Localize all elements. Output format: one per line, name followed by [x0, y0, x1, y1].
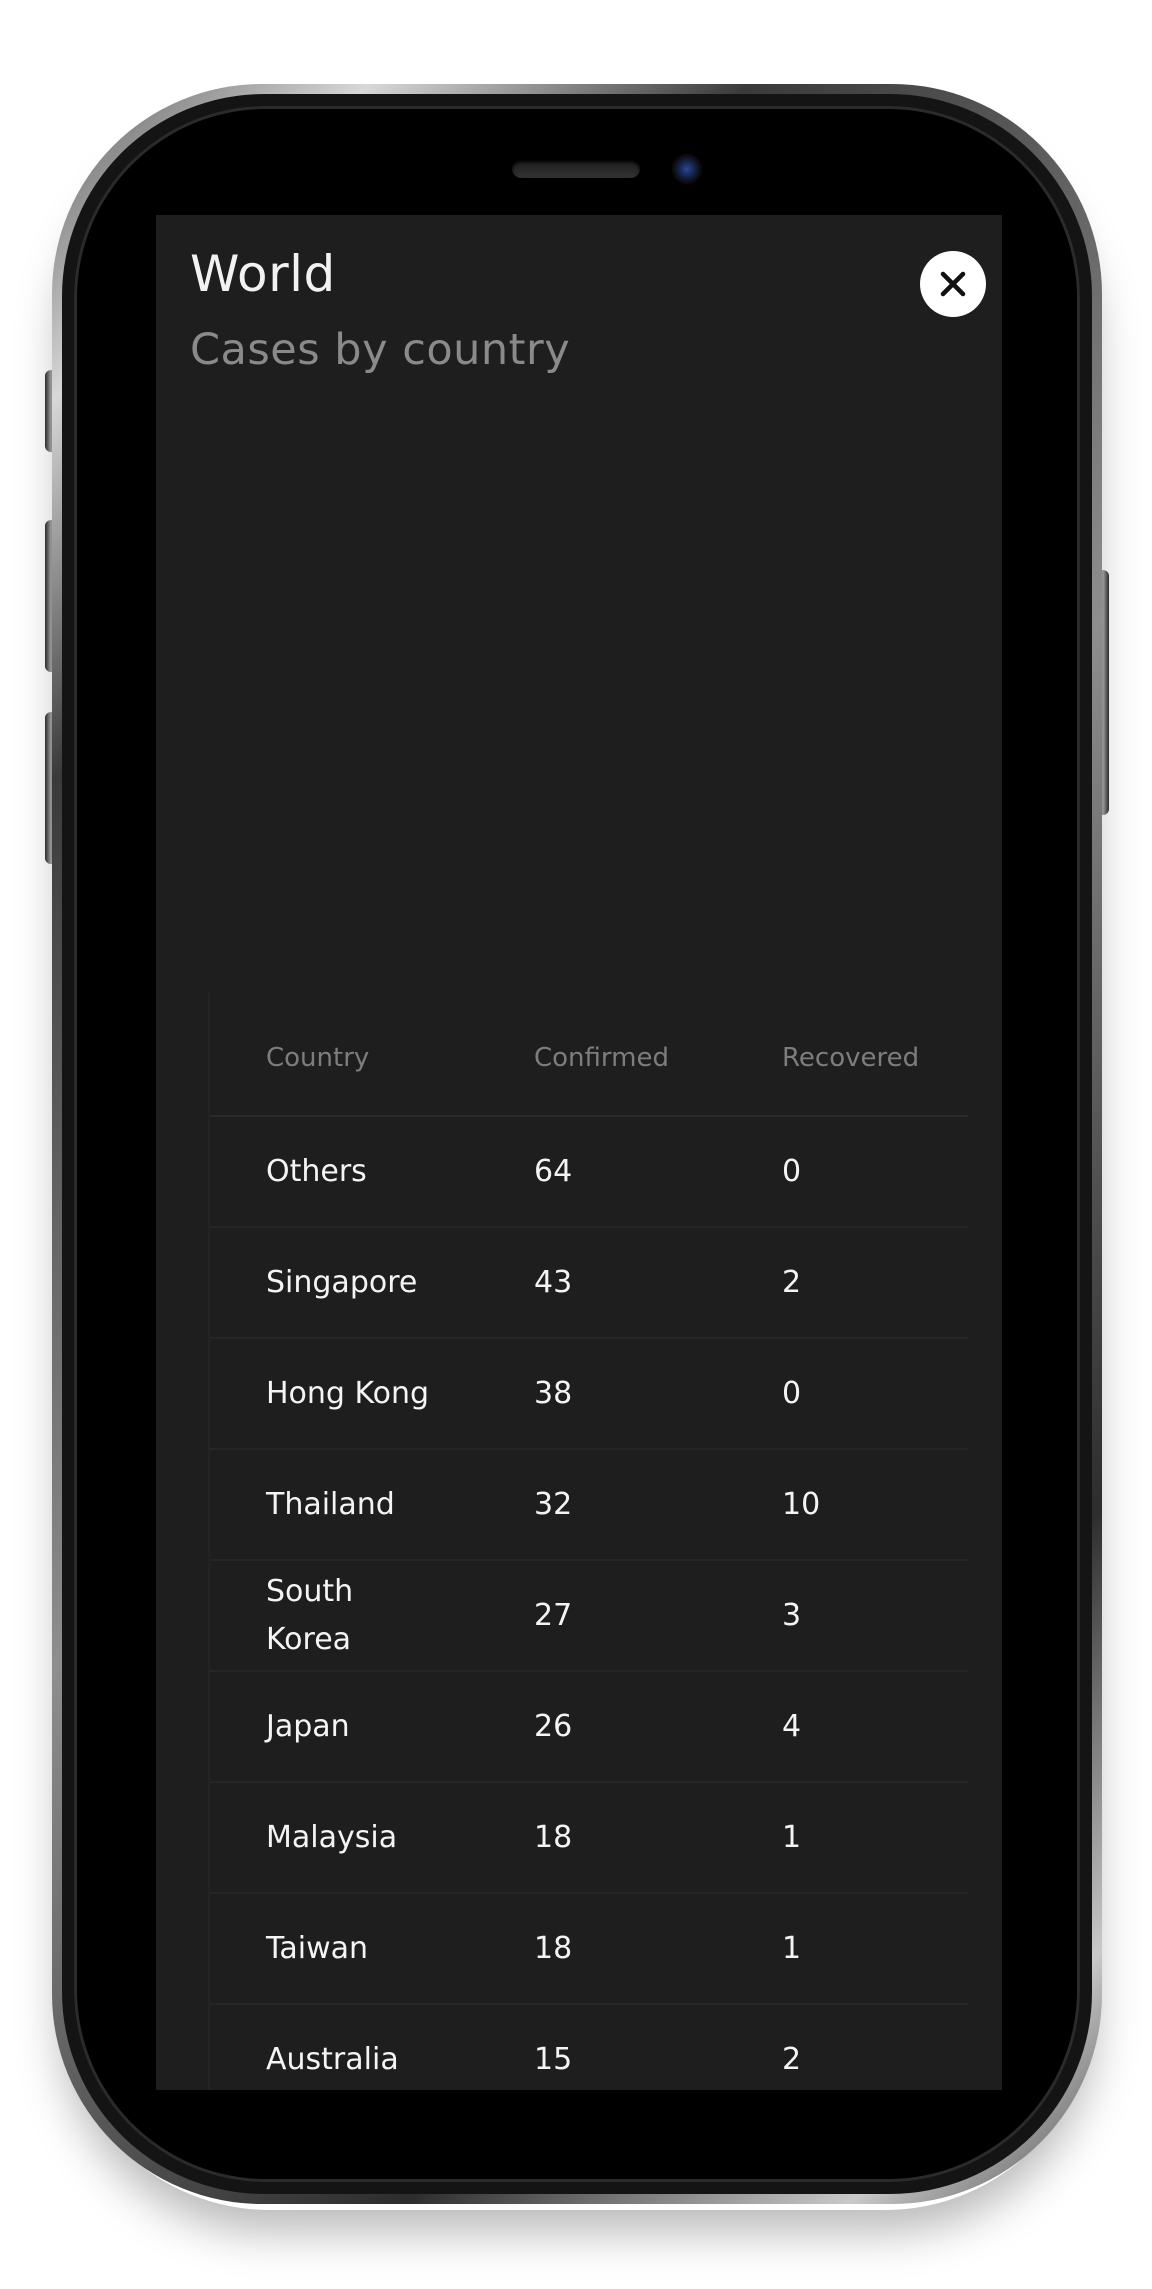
country-cell: Japan — [266, 1708, 350, 1744]
earpiece-speaker — [512, 160, 640, 178]
page-subtitle: Cases by country — [190, 325, 571, 375]
country-cell: South Korea — [266, 1573, 354, 1657]
confirmed-cell: 43 — [534, 1265, 573, 1300]
recovered-cell: 2 — [782, 2042, 802, 2077]
country-cell: Hong Kong — [266, 1375, 430, 1411]
table-header: Country Confirmed Recovered — [210, 993, 968, 1117]
recovered-cell: 1 — [782, 1931, 802, 1966]
country-cell: Australia — [266, 2041, 399, 2077]
close-icon — [936, 267, 970, 301]
column-header-confirmed[interactable]: Confirmed — [534, 1043, 669, 1073]
recovered-cell: 2 — [782, 1265, 802, 1300]
table-row[interactable]: Others 64 0 — [210, 1117, 968, 1228]
confirmed-cell: 27 — [534, 1598, 573, 1633]
table-row[interactable]: Taiwan 18 1 — [210, 1894, 968, 2005]
device-mockup: World Cases by country Country Confirmed… — [0, 0, 1152, 2289]
recovered-cell: 3 — [782, 1598, 802, 1633]
confirmed-cell: 18 — [534, 1820, 573, 1855]
recovered-cell: 1 — [782, 1820, 802, 1855]
table-row[interactable]: Malaysia 18 1 — [210, 1783, 968, 1894]
table-row[interactable]: Thailand 32 10 — [210, 1450, 968, 1561]
confirmed-cell: 15 — [534, 2042, 573, 2077]
front-camera — [672, 154, 702, 184]
close-button[interactable] — [920, 251, 986, 317]
confirmed-cell: 18 — [534, 1931, 573, 1966]
country-cell: Others — [266, 1153, 367, 1189]
country-cell: Thailand — [266, 1486, 395, 1522]
page-title: World — [190, 245, 336, 303]
confirmed-cell: 32 — [534, 1487, 573, 1522]
app-screen: World Cases by country Country Confirmed… — [156, 215, 1002, 2090]
cases-table: Country Confirmed Recovered Others 64 0 … — [208, 993, 968, 2090]
confirmed-cell: 64 — [534, 1154, 573, 1189]
confirmed-cell: 26 — [534, 1709, 573, 1744]
confirmed-cell: 38 — [534, 1376, 573, 1411]
table-row[interactable]: Singapore 43 2 — [210, 1228, 968, 1339]
column-header-country[interactable]: Country — [266, 1043, 369, 1073]
table-row[interactable]: Australia 15 2 — [210, 2005, 968, 2090]
country-cell: Taiwan — [266, 1930, 369, 1966]
recovered-cell: 0 — [782, 1376, 802, 1411]
recovered-cell: 0 — [782, 1154, 802, 1189]
table-row[interactable]: Japan 26 4 — [210, 1672, 968, 1783]
chart-area — [190, 415, 968, 955]
country-cell: Singapore — [266, 1264, 418, 1300]
country-cell: Malaysia — [266, 1819, 398, 1855]
recovered-cell: 10 — [782, 1487, 821, 1522]
table-row[interactable]: Hong Kong 38 0 — [210, 1339, 968, 1450]
table-row[interactable]: South Korea 27 3 — [210, 1561, 968, 1672]
column-header-recovered[interactable]: Recovered — [782, 1043, 919, 1073]
recovered-cell: 4 — [782, 1709, 802, 1744]
